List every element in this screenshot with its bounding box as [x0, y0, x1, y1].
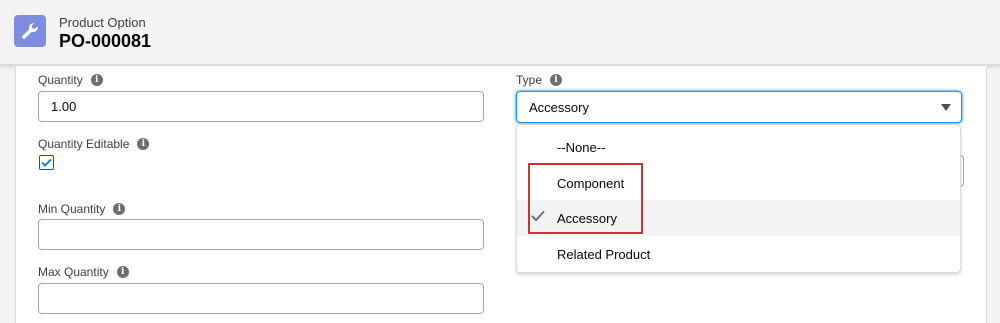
record-header: Product Option PO-000081	[0, 0, 1000, 65]
type-dropdown-list: --None-- Component Accessory Related Pro…	[516, 124, 961, 273]
max-quantity-label: Max Quantity i	[38, 265, 129, 279]
min-quantity-label: Min Quantity i	[38, 202, 126, 216]
type-select[interactable]: Accessory	[516, 91, 962, 123]
info-icon[interactable]: i	[90, 74, 103, 86]
dropdown-option-component[interactable]: Component	[517, 165, 960, 201]
type-select-value: Accessory	[529, 99, 589, 115]
max-quantity-label-text: Max Quantity	[38, 265, 109, 279]
record-name: PO-000081	[59, 31, 152, 51]
type-label: Type i	[516, 73, 563, 87]
type-label-text: Type	[516, 73, 543, 87]
info-icon[interactable]: i	[116, 266, 129, 278]
quantity-editable-label: Quantity Editable i	[38, 137, 150, 151]
info-icon[interactable]: i	[113, 203, 126, 215]
dropdown-option-accessory-label: Accessory	[557, 210, 617, 226]
wrench-icon	[14, 15, 46, 47]
info-icon[interactable]: i	[550, 74, 563, 86]
object-type-label: Product Option	[59, 15, 146, 30]
quantity-editable-label-text: Quantity Editable	[38, 137, 130, 151]
quantity-label: Quantity i	[38, 73, 103, 87]
info-icon[interactable]: i	[137, 138, 150, 150]
dropdown-option-none[interactable]: --None--	[517, 129, 960, 165]
quantity-input[interactable]: 1.00	[38, 91, 484, 122]
check-icon	[531, 210, 545, 222]
min-quantity-label-text: Min Quantity	[38, 202, 106, 216]
dropdown-option-accessory[interactable]: Accessory	[517, 200, 960, 236]
quantity-editable-checkbox[interactable]	[39, 155, 54, 170]
chevron-down-icon	[941, 104, 951, 111]
checkmark-icon	[41, 158, 52, 167]
min-quantity-input[interactable]	[38, 219, 484, 250]
max-quantity-input[interactable]	[38, 283, 484, 314]
quantity-label-text: Quantity	[38, 73, 83, 87]
dropdown-option-related-product[interactable]: Related Product	[517, 236, 960, 272]
